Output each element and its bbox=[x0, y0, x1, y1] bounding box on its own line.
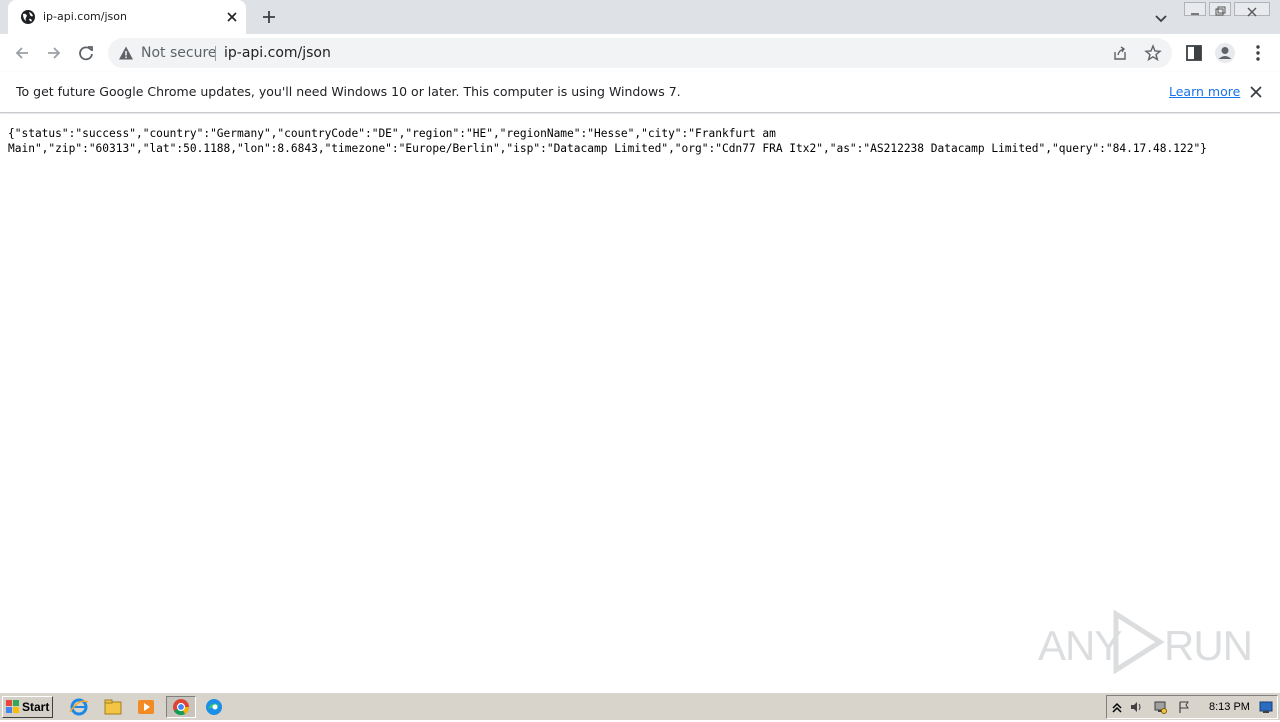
infobar-message: To get future Google Chrome updates, you… bbox=[16, 84, 681, 99]
taskbar: Start 8:13 PM bbox=[0, 692, 1280, 720]
flag-icon[interactable] bbox=[1177, 700, 1191, 714]
address-bar[interactable]: Not secure ip-api.com/json bbox=[108, 38, 1172, 68]
star-icon[interactable] bbox=[1144, 44, 1162, 62]
update-infobar: To get future Google Chrome updates, you… bbox=[0, 72, 1280, 113]
back-arrow-icon[interactable] bbox=[11, 42, 33, 64]
kebab-menu-icon[interactable] bbox=[1248, 43, 1268, 63]
reload-icon[interactable] bbox=[75, 42, 97, 64]
edge-icon bbox=[206, 699, 222, 715]
profile-icon[interactable] bbox=[1214, 42, 1236, 64]
close-window-button[interactable] bbox=[1234, 2, 1270, 17]
learn-more-link[interactable]: Learn more bbox=[1169, 84, 1240, 99]
windows-logo-icon bbox=[6, 700, 19, 713]
forward-arrow-icon[interactable] bbox=[43, 42, 65, 64]
tab-title: ip-api.com/json bbox=[43, 10, 127, 23]
browser-toolbar: Not secure ip-api.com/json bbox=[0, 34, 1280, 73]
ie-icon bbox=[69, 698, 89, 716]
security-status-label[interactable]: Not secure bbox=[141, 45, 217, 61]
minimize-button[interactable] bbox=[1184, 2, 1206, 16]
share-icon[interactable] bbox=[1112, 45, 1128, 61]
taskbar-media-player-button[interactable] bbox=[134, 696, 158, 718]
close-window-icon bbox=[1247, 7, 1257, 17]
watermark-text-right: RUN bbox=[1164, 622, 1253, 669]
chevron-down-icon[interactable] bbox=[1152, 9, 1170, 27]
start-label: Start bbox=[22, 700, 50, 714]
volume-icon[interactable] bbox=[1129, 700, 1143, 714]
taskbar-clock[interactable]: 8:13 PM bbox=[1209, 701, 1250, 713]
play-logo-icon bbox=[1113, 610, 1165, 674]
page-content: {"status":"success","country":"Germany",… bbox=[0, 114, 1280, 692]
tab-strip: ip-api.com/json bbox=[0, 0, 1280, 34]
show-hidden-icons[interactable] bbox=[1110, 700, 1124, 714]
omnibox-separator bbox=[215, 46, 216, 61]
show-desktop-icon[interactable] bbox=[1259, 700, 1273, 714]
globe-icon bbox=[21, 10, 35, 24]
close-icon[interactable] bbox=[1248, 84, 1264, 100]
restore-button[interactable] bbox=[1209, 2, 1231, 16]
side-panel-icon[interactable] bbox=[1184, 43, 1204, 63]
system-tray bbox=[1106, 695, 1278, 719]
taskbar-edge-button[interactable] bbox=[202, 696, 226, 718]
browser-tab[interactable]: ip-api.com/json bbox=[8, 0, 246, 34]
plus-icon[interactable] bbox=[260, 8, 278, 26]
explorer-icon bbox=[104, 699, 122, 715]
taskbar-explorer-button[interactable] bbox=[101, 696, 125, 718]
anyrun-watermark: ANY RUN bbox=[1038, 610, 1253, 674]
json-response: {"status":"success","country":"Germany",… bbox=[8, 127, 1207, 155]
chrome-icon bbox=[173, 699, 190, 716]
taskbar-chrome-button[interactable] bbox=[166, 696, 196, 718]
taskbar-ie-button[interactable] bbox=[67, 696, 91, 718]
minimize-icon bbox=[1191, 13, 1199, 15]
url-text[interactable]: ip-api.com/json bbox=[224, 45, 331, 61]
restore-icon bbox=[1215, 6, 1226, 16]
start-button[interactable]: Start bbox=[2, 696, 53, 718]
warning-icon[interactable] bbox=[118, 45, 134, 61]
close-icon[interactable] bbox=[224, 9, 240, 25]
network-icon[interactable] bbox=[1153, 700, 1167, 714]
media-player-icon bbox=[138, 700, 154, 714]
